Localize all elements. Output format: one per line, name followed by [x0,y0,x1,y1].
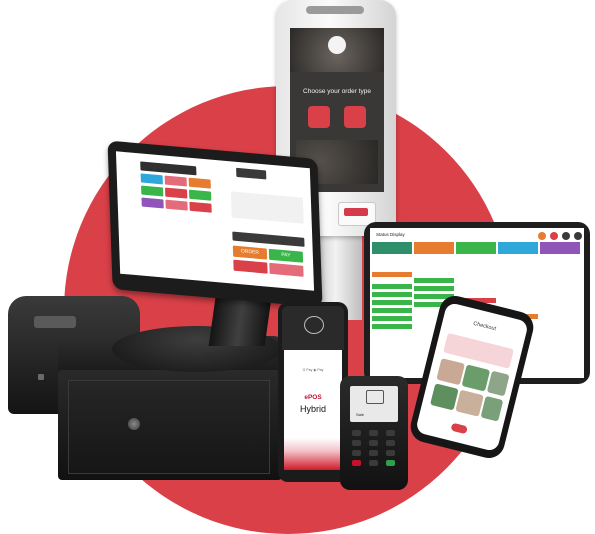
printer-indicator-icon [38,374,44,380]
card-reader-sale-text: Sale [356,412,365,417]
product-card[interactable] [486,370,510,397]
hybrid-top-panel [282,306,344,350]
product-card[interactable] [455,389,484,417]
pay-button[interactable]: PAY [268,248,304,263]
card-tap-icon [366,390,384,404]
contactless-icon [304,316,324,334]
kds-user-icon [562,232,570,240]
pos-category-tile[interactable] [141,185,164,197]
pos-category-tile[interactable] [189,201,212,213]
pos-action-button[interactable] [269,262,304,277]
keypad-key[interactable] [386,440,395,446]
product-card[interactable] [436,358,465,386]
keypad-key[interactable] [352,430,361,436]
kds-order-column[interactable] [372,242,412,374]
keypad-key[interactable] [352,450,361,456]
drawer-lock-icon [128,418,140,430]
order-button[interactable]: ORDER [232,245,268,260]
cash-drawer-front-panel [68,380,270,474]
pos-category-tile[interactable] [140,173,163,185]
product-card[interactable] [480,395,504,422]
eat-in-option-icon[interactable] [308,106,330,128]
keypad-key[interactable] [369,440,378,446]
keypad-key[interactable] [369,450,378,456]
keypad-key[interactable] [369,430,378,436]
kds-status-icon [550,232,558,240]
epos-logo-line1: ePOS [304,394,322,401]
pos-category-tile[interactable] [164,175,187,187]
kiosk-prompt: Choose your order type [303,88,371,95]
pos-toolbar [236,167,267,180]
kds-status-icon [538,232,546,240]
printer-paper-slot [34,316,76,328]
kds-user-icon [574,232,582,240]
kiosk-receipt-slot [344,208,368,216]
keypad-key[interactable] [386,450,395,456]
kiosk-logo [328,36,346,54]
kiosk-top-slot [306,6,364,14]
pos-action-button[interactable] [233,259,268,274]
product-card[interactable] [461,364,491,392]
pos-order-list [230,191,304,224]
pos-category-tile[interactable] [165,199,188,211]
pos-category-tile[interactable] [141,197,164,209]
takeaway-option-icon[interactable] [344,106,366,128]
phone-cart-button[interactable] [450,422,468,435]
product-card[interactable] [430,383,459,411]
keypad-key[interactable] [369,460,378,466]
pos-keypad-header [232,231,305,247]
pos-category-tile[interactable] [165,187,188,199]
pos-terminal-screen: ORDER PAY [115,151,315,291]
payment-marks: G Pay ◉ Pay [302,368,324,372]
epos-logo-line2: Hybrid [299,404,326,414]
keypad-key[interactable] [352,440,361,446]
keypad-key[interactable] [386,430,395,436]
pos-category-tile[interactable] [189,189,212,201]
kds-order-column[interactable] [540,242,580,374]
cancel-key[interactable] [352,460,361,466]
enter-key[interactable] [386,460,395,466]
hybrid-red-wave [284,438,342,470]
pos-category-tile[interactable] [188,177,211,189]
kds-title: Status Display [376,232,405,237]
